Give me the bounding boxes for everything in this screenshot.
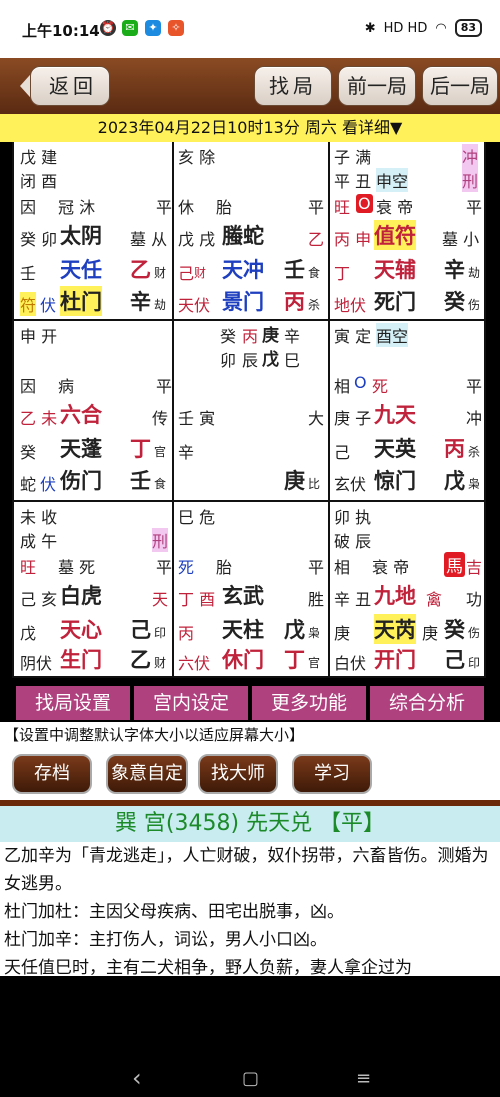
back-button[interactable]: 返回 [30,66,110,106]
status-bar: 上午10:14 ⏰ ✉ ✦ ✧ ✱ HD HD ◠ 83 [0,0,500,58]
prev-button[interactable]: 前一局 [338,66,416,106]
action-row: 存档 象意自定 找大师 学习 [0,748,500,800]
next-button[interactable]: 后一局 [422,66,498,106]
date-line[interactable]: 2023年04月22日10时13分 周六 看详细▼ [0,114,500,142]
alarm-icon: ⏰ [100,20,116,36]
hint-text: 【设置中调整默认字体大小以适应屏幕大小】 [0,722,500,748]
find-settings-button[interactable]: 找局设置 [16,686,130,720]
find-button[interactable]: 找局 [254,66,332,106]
detail-text[interactable]: 乙加辛为「青龙逃走」，人亡财破，奴仆拐带，六畜皆伤。测婚为女逃男。 杜门加杜：主… [0,842,500,976]
bluetooth-icon: ✱ [364,20,376,36]
custom-meaning-button[interactable]: 象意自定 [106,754,188,794]
palace-3[interactable]: 子 满 平 丑 申空 冲 刑 旺 O 衰 帝 平 丙 申 值符 墓 小 丁 天辅… [332,142,484,319]
find-master-button[interactable]: 找大师 [198,754,278,794]
back-nav-icon[interactable]: ‹ [132,1064,142,1092]
detail-line: 杜门加杜：主因父母疾病、田宅出脱事，凶。 [4,902,344,922]
app-icon-2: ✧ [168,20,184,36]
palace-8[interactable]: 巳 危 死 胎 平 丁 酉 玄武 胜 丙 天柱 戊 枭 六伏 休门 丁 官 [176,502,328,676]
learn-button[interactable]: 学习 [292,754,372,794]
palace-settings-button[interactable]: 宫内设定 [134,686,248,720]
nav-bar: ‹ ▢ ≡ [0,976,500,1097]
palace-center[interactable]: 癸 丙 庚 辛 卯 辰 戊 巳 壬 寅 大 辛 庚 比 [176,321,328,500]
app-icon: ✦ [145,20,161,36]
detail-line: 乙加辛为「青龙逃走」，人亡财破，奴仆拐带，六畜皆伤。测婚为女逃男。 [4,846,489,894]
status-right: ✱ HD HD ◠ 83 [365,19,482,37]
signal-icon: HD HD [383,20,428,36]
palace-grid: 戊 建 闭 酉 因 冠 沐 平 癸 卯 太阴 墓 从 壬 天任 乙 财 符 伏 … [12,142,486,678]
palace-title: 巽 宫(3458) 先天兑 【平】 [0,806,500,842]
palace-6[interactable]: 寅 定 酉空 相 O 死 平 庚 子 九天 冲 己 天英 丙 杀 玄伏 惊门 戊… [332,321,484,500]
palace-7[interactable]: 未 收 成 午 刑 旺 墓 死 平 己 亥 白虎 天 戊 天心 己 印 阴伏 生… [18,502,172,676]
palace-1[interactable]: 戊 建 闭 酉 因 冠 沐 平 癸 卯 太阴 墓 从 壬 天任 乙 财 符 伏 … [18,142,172,319]
palace-4[interactable]: 申 开 因 病 平 乙 未 六合 传 癸 天蓬 丁 官 蛇 伏 伤门 壬 食 [18,321,172,500]
top-toolbar: 返回 找局 前一局 后一局 [0,58,500,114]
more-functions-button[interactable]: 更多功能 [252,686,366,720]
palace-9[interactable]: 卯 执 破 辰 相 衰 帝 馬 吉 辛 丑 九地 禽 功 庚 天芮 庚 癸 伤 … [332,502,484,676]
palace-2[interactable]: 亥 除 休 胎 平 戊 戌 螣蛇 乙 己 财 天冲 壬 食 天伏 景门 丙 杀 [176,142,328,319]
detail-line: 天任值巳时，主有二犬相争，野人负薪，妻人拿企过为 [4,958,412,976]
home-nav-icon[interactable]: ▢ [242,1068,259,1089]
wifi-icon: ◠ [435,20,447,36]
menu-nav-icon[interactable]: ≡ [356,1068,371,1089]
clock: 上午10:14 [22,22,100,40]
battery-icon: 83 [454,19,482,37]
analysis-button[interactable]: 综合分析 [370,686,484,720]
function-bar: 找局设置 宫内设定 更多功能 综合分析 [16,686,484,720]
detail-line: 杜门加辛：主打伤人，词讼，男人小口凶。 [4,930,327,950]
save-button[interactable]: 存档 [12,754,92,794]
wechat-icon: ✉ [122,20,138,36]
